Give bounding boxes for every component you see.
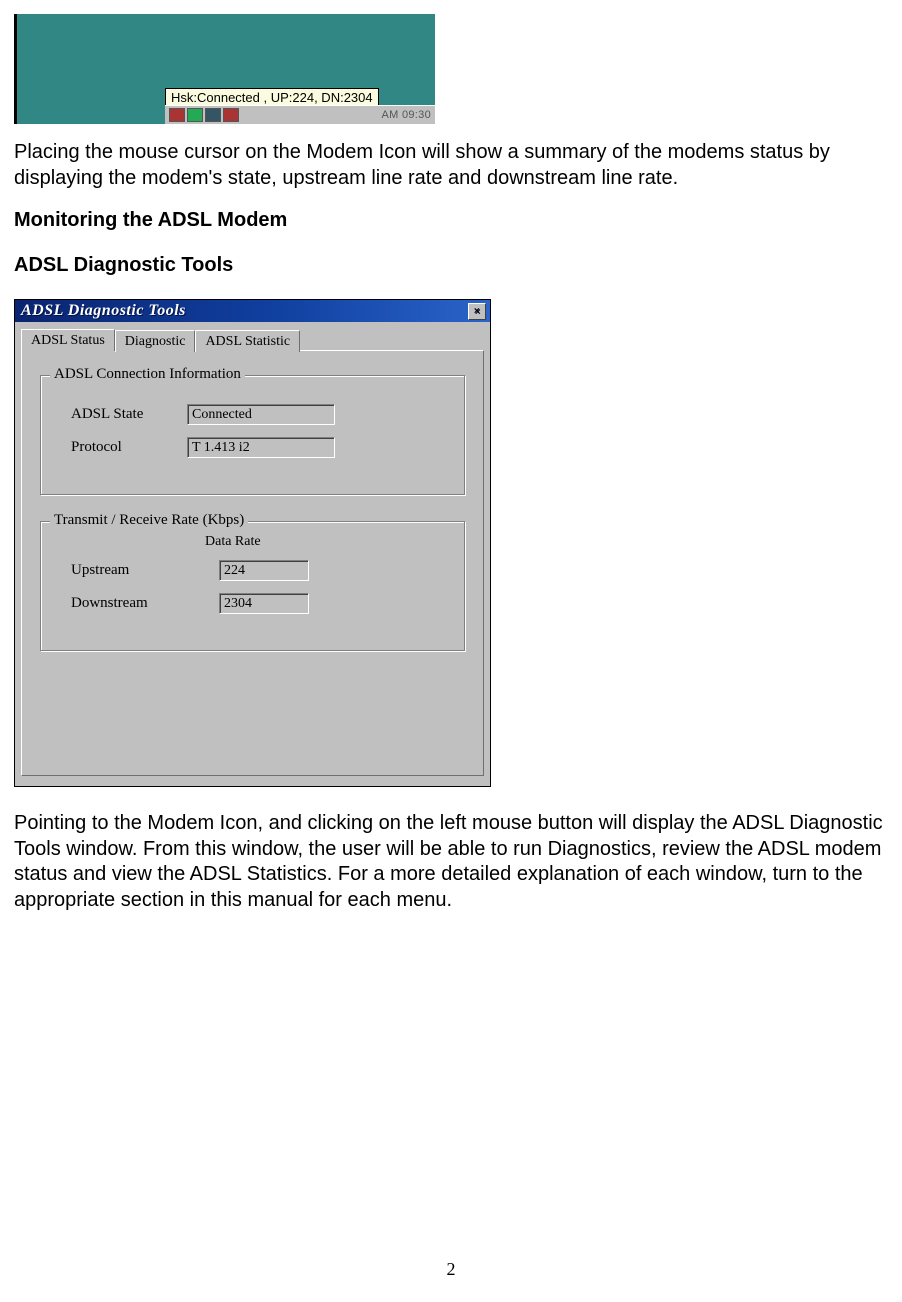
label-downstream: Downstream	[71, 595, 219, 612]
taskbar: AM 09:30	[165, 105, 435, 124]
tab-diagnostic[interactable]: Diagnostic	[115, 330, 196, 352]
tray-icon	[169, 108, 185, 122]
tray-icon	[205, 108, 221, 122]
field-adsl-state: Connected	[187, 404, 335, 425]
label-adsl-state: ADSL State	[71, 406, 187, 423]
group-title: Transmit / Receive Rate (Kbps)	[50, 512, 248, 529]
label-upstream: Upstream	[71, 562, 219, 579]
field-upstream: 224	[219, 560, 309, 581]
group-connection-info: ADSL Connection Information ADSL State C…	[40, 375, 465, 495]
paragraph: Pointing to the Modem Icon, and clicking…	[14, 811, 884, 913]
label-data-rate: Data Rate	[205, 534, 450, 550]
systray-screenshot: Hsk:Connected , UP:224, DN:2304 AM 09:30	[14, 14, 435, 124]
group-rate: Transmit / Receive Rate (Kbps) Data Rate…	[40, 521, 465, 651]
tray-icon	[187, 108, 203, 122]
label-protocol: Protocol	[71, 439, 187, 456]
tray-icon	[223, 108, 239, 122]
field-downstream: 2304	[219, 593, 309, 614]
tab-adsl-status[interactable]: ADSL Status	[21, 329, 115, 351]
window-titlebar[interactable]: ADSL Diagnostic Tools ×	[15, 300, 490, 322]
window-title: ADSL Diagnostic Tools	[21, 302, 186, 320]
group-title: ADSL Connection Information	[50, 366, 245, 383]
close-icon[interactable]: ×	[468, 303, 486, 320]
heading-monitoring: Monitoring the ADSL Modem	[14, 209, 888, 232]
field-protocol: T 1.413 i2	[187, 437, 335, 458]
page-number: 2	[0, 1259, 902, 1280]
paragraph: Placing the mouse cursor on the Modem Ic…	[14, 140, 884, 191]
heading-adsl-tools: ADSL Diagnostic Tools	[14, 254, 888, 277]
taskbar-clock: AM 09:30	[382, 109, 431, 121]
tab-strip: ADSL Status Diagnostic ADSL Statistic	[21, 326, 484, 350]
tab-panel-status: ADSL Connection Information ADSL State C…	[21, 350, 484, 776]
adsl-diagnostic-window: ADSL Diagnostic Tools × ADSL Status Diag…	[14, 299, 491, 787]
tab-adsl-statistic[interactable]: ADSL Statistic	[195, 330, 300, 352]
